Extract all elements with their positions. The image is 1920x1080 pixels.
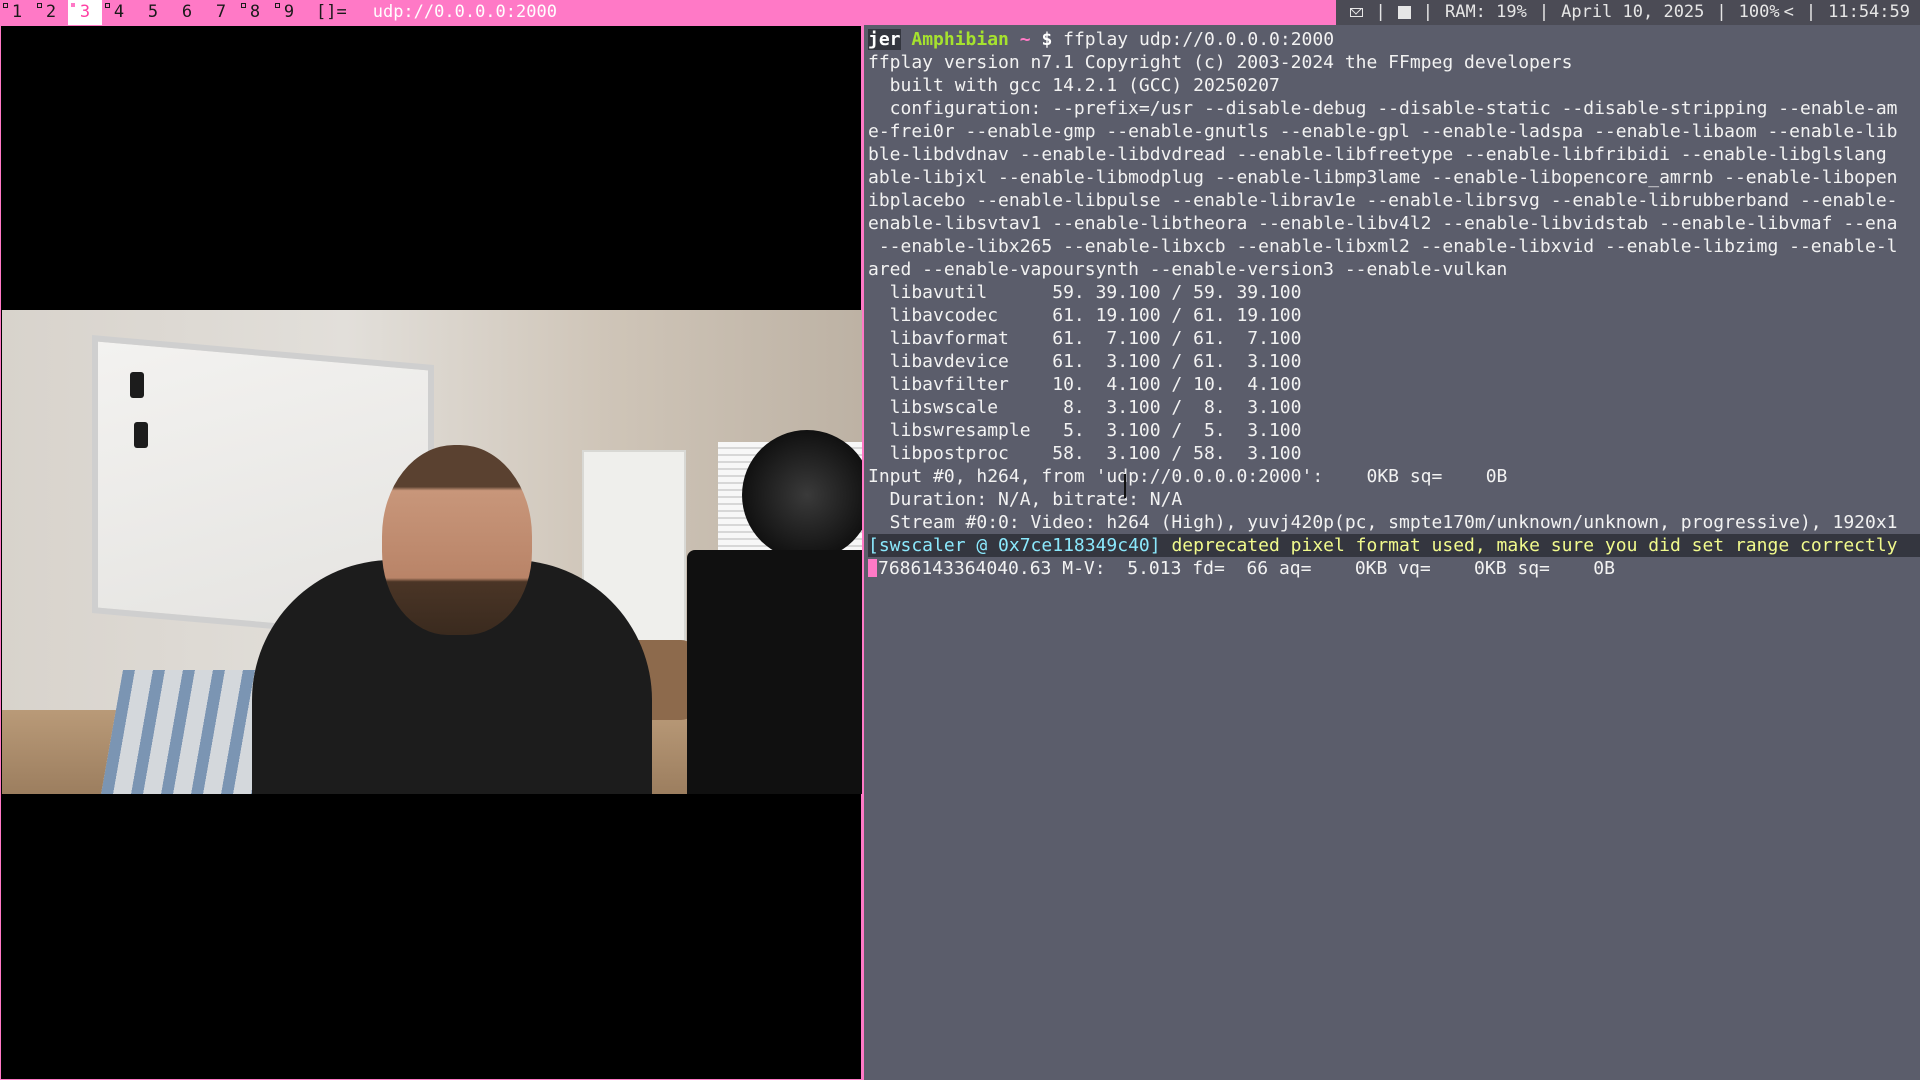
output-line: libavformat 61. 7.100 / 61. 7.100 — [868, 328, 1302, 349]
output-line: e-frei0r --enable-gmp --enable-gnutls --… — [868, 121, 1898, 142]
warning-line: [swscaler @ 0x7ce118349c40] deprecated p… — [868, 534, 1920, 557]
output-line: ibplacebo --enable-libpulse --enable-lib… — [868, 190, 1898, 211]
output-line: libavdevice 61. 3.100 / 61. 3.100 — [868, 351, 1302, 372]
mail-icon — [1350, 8, 1364, 17]
output-line: libswresample 5. 3.100 / 5. 3.100 — [868, 420, 1302, 441]
chevron-left-icon: < — [1783, 2, 1794, 22]
stop-icon — [1397, 6, 1411, 19]
status-bar: 1 2 3 4 5 6 7 8 9 []= udp://0.0.0.0:2000… — [0, 0, 1920, 25]
tag-1[interactable]: 1 — [0, 0, 34, 25]
output-line: built with gcc 14.2.1 (GCC) 20250207 — [868, 75, 1280, 96]
output-line: libswscale 8. 3.100 / 8. 3.100 — [868, 397, 1302, 418]
output-line: --enable-libx265 --enable-libxcb --enabl… — [868, 236, 1898, 257]
ffplay-video-window[interactable] — [0, 25, 862, 1080]
tag-2[interactable]: 2 — [34, 0, 68, 25]
video-frame — [2, 310, 862, 794]
progress-line: 7686143364040.63 M-V: 5.013 fd= 66 aq= 0… — [868, 557, 1920, 580]
output-line: able-libjxl --enable-libmodplug --enable… — [868, 167, 1898, 188]
prompt-dir: ~ — [1019, 29, 1031, 50]
tag-5[interactable]: 5 — [136, 0, 170, 25]
output-line: libavutil 59. 39.100 / 59. 39.100 — [868, 282, 1302, 303]
tag-3[interactable]: 3 — [68, 0, 102, 25]
tag-7[interactable]: 7 — [204, 0, 238, 25]
prompt-line: jer Amphibian ~ $ ffplay udp://0.0.0.0:2… — [868, 28, 1920, 51]
output-line: enable-libsvtav1 --enable-libtheora --en… — [868, 213, 1898, 234]
clock: 11:54:59 — [1828, 2, 1910, 22]
output-line: ared --enable-vapoursynth --enable-versi… — [868, 259, 1508, 280]
prompt-user: jer — [868, 29, 901, 50]
output-line: configuration: --prefix=/usr --disable-d… — [868, 98, 1898, 119]
tag-9[interactable]: 9 — [272, 0, 306, 25]
terminal-cursor — [868, 559, 877, 577]
prompt-host: Amphibian — [911, 29, 1009, 50]
terminal[interactable]: jer Amphibian ~ $ ffplay udp://0.0.0.0:2… — [862, 25, 1920, 1080]
output-line: libavfilter 10. 4.100 / 10. 4.100 — [868, 374, 1302, 395]
output-line: Stream #0:0: Video: h264 (High), yuvj420… — [868, 512, 1898, 533]
layout-indicator[interactable]: []= — [306, 0, 357, 25]
monitor — [687, 550, 862, 794]
date: April 10, 2025 — [1561, 2, 1705, 22]
output-line: ffplay version n7.1 Copyright (c) 2003-2… — [868, 52, 1573, 73]
system-status: | | RAM: 19% | April 10, 2025 | 100% < |… — [1336, 0, 1920, 25]
output-line: Input #0, h264, from 'udp://0.0.0.0:2000… — [868, 466, 1508, 487]
tag-4[interactable]: 4 — [102, 0, 136, 25]
output-line: Duration: N/A, bitrate: N/A — [868, 489, 1183, 510]
warning-message: deprecated pixel format used, make sure … — [1160, 535, 1898, 556]
swscaler-tag: [swscaler @ 0x7ce118349c40] — [868, 535, 1161, 556]
output-line: ble-libdvdnav --enable-libdvdread --enab… — [868, 144, 1887, 165]
output-line: libavcodec 61. 19.100 / 61. 19.100 — [868, 305, 1302, 326]
prompt-command: ffplay udp://0.0.0.0:2000 — [1063, 29, 1335, 50]
prompt-symbol: $ — [1041, 29, 1053, 50]
mouse-ibeam-cursor — [1124, 474, 1126, 498]
volume-level: 100% — [1738, 2, 1780, 22]
tag-6[interactable]: 6 — [170, 0, 204, 25]
output-line: libpostproc 58. 3.100 / 58. 3.100 — [868, 443, 1302, 464]
tag-8[interactable]: 8 — [238, 0, 272, 25]
ram-usage: RAM: 19% — [1444, 2, 1527, 22]
window-title: udp://0.0.0.0:2000 — [372, 2, 557, 22]
